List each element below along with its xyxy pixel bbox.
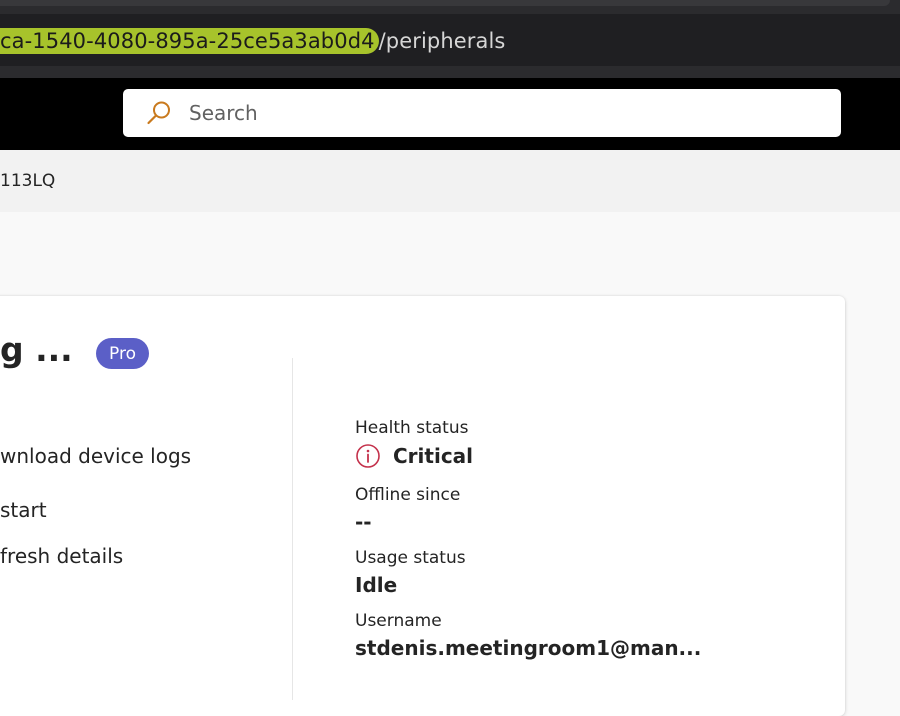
pro-badge: Pro	[96, 338, 149, 369]
health-status-value: Critical	[393, 444, 474, 468]
refresh-details-action[interactable]: fresh details	[0, 544, 123, 568]
usage-status-value: Idle	[355, 573, 398, 597]
url-highlighted-segment: ca-1540-4080-895a-25ce5a3ab0d4	[0, 28, 379, 54]
breadcrumb-device-name[interactable]: 113LQ	[0, 171, 55, 191]
usage-status-label: Usage status	[355, 548, 466, 568]
tab-strip	[0, 0, 890, 6]
card-divider	[292, 358, 293, 700]
health-status-row: Critical	[355, 443, 473, 469]
url-path-segment: /peripherals	[378, 29, 506, 53]
info-circle-icon	[355, 443, 381, 469]
download-device-logs-action[interactable]: wnload device logs	[0, 444, 191, 468]
health-status-label: Health status	[355, 418, 469, 438]
offline-since-label: Offline since	[355, 485, 461, 505]
device-title: g ...	[0, 330, 73, 369]
username-label: Username	[355, 611, 442, 631]
url-text[interactable]: ca-1540-4080-895a-25ce5a3ab0d4/periphera…	[0, 26, 505, 56]
search-box[interactable]	[123, 89, 841, 137]
search-input[interactable]	[187, 94, 791, 132]
username-value: stdenis.meetingroom1@man...	[355, 636, 702, 660]
restart-action[interactable]: start	[0, 498, 47, 522]
offline-since-value: --	[355, 510, 372, 534]
search-icon	[145, 99, 173, 127]
breadcrumb-band	[0, 150, 900, 212]
